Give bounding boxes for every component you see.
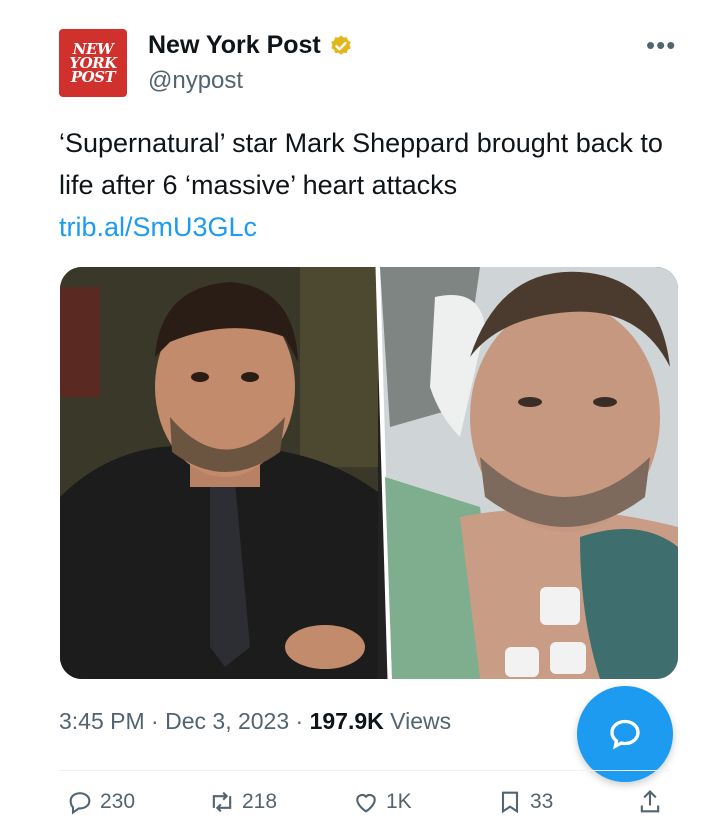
compose-reply-icon [610, 719, 640, 750]
tweet-media[interactable] [60, 267, 678, 679]
author-name[interactable]: New York Post [148, 31, 321, 60]
views-label: Views [390, 708, 452, 734]
tweet-link[interactable]: trib.al/SmU3GLc [59, 206, 669, 248]
meta-separator: · [151, 708, 159, 734]
reply-icon [69, 792, 91, 815]
compose-reply-button[interactable] [577, 686, 673, 782]
like-count: 1K [386, 790, 412, 813]
repost-count: 218 [242, 790, 278, 813]
views-count: 197.9K [309, 708, 384, 734]
tweet-date[interactable]: Dec 3, 2023 [165, 708, 289, 734]
repost-icon [212, 791, 232, 813]
tweet-text: ‘Supernatural’ star Mark Sheppard brough… [59, 122, 669, 248]
repost-button[interactable]: 218 [208, 788, 277, 816]
tweet-meta: 3:45 PM · Dec 3, 2023 · 197.9K Views [59, 708, 451, 735]
more-options-icon[interactable]: ••• [646, 30, 676, 61]
meta-separator: · [295, 708, 304, 734]
bookmark-count: 33 [530, 790, 554, 813]
tweet-photo-composite [60, 267, 678, 679]
heart-icon [356, 793, 376, 813]
share-icon [640, 790, 660, 813]
action-bar: 230 218 1K 33 [0, 788, 720, 828]
author-handle[interactable]: @nypost [148, 67, 243, 95]
left-photo [60, 267, 378, 679]
bookmark-icon [501, 791, 519, 814]
avatar-logo-line-3: POST [70, 68, 116, 86]
bookmark-button[interactable]: 33 [496, 788, 553, 816]
tweet-headline: ‘Supernatural’ star Mark Sheppard brough… [59, 128, 663, 200]
right-photo [380, 267, 678, 679]
reply-count: 230 [100, 790, 136, 813]
verified-badge-icon [331, 35, 351, 55]
reply-button[interactable]: 230 [66, 788, 135, 816]
avatar[interactable]: NEW YORK POST [59, 29, 127, 97]
author-name-row[interactable]: New York Post [148, 31, 353, 60]
tweet-time[interactable]: 3:45 PM [59, 708, 145, 734]
like-button[interactable]: 1K [352, 788, 412, 816]
divider [59, 770, 669, 771]
share-button[interactable] [636, 788, 664, 816]
